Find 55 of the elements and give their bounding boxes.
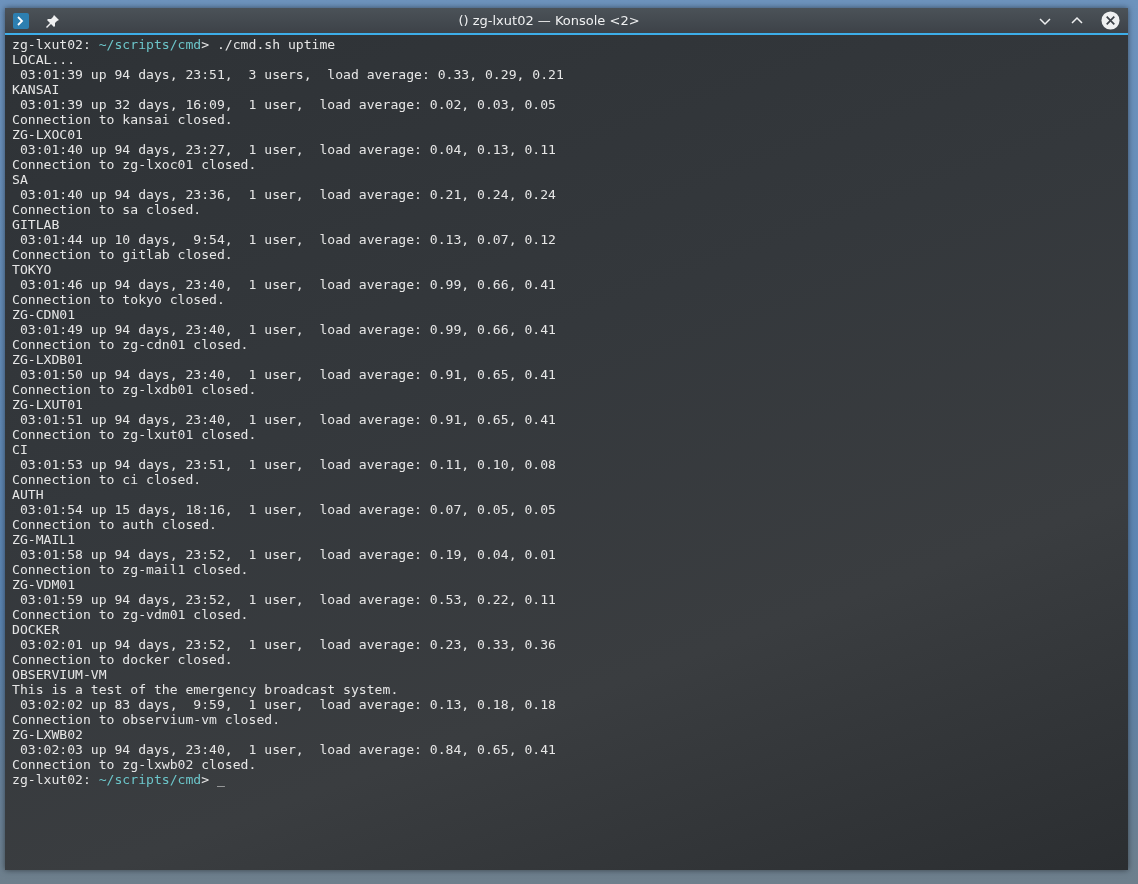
output-line: ZG-CDN01 (12, 307, 77, 322)
output-line: 03:01:53 up 94 days, 23:51, 1 user, load average: 0.11, 0.10, 0.08 (18, 457, 557, 472)
output-line: 03:01:46 up 94 days, 23:40, 1 user, load average: 0.99, 0.66, 0.41 (18, 277, 557, 292)
output-line: Connection to tokyo closed. (12, 292, 226, 307)
output-line: ZG-LXDB01 (12, 352, 84, 367)
output-line: Connection to observium-vm closed. (12, 712, 282, 727)
close-button[interactable] (1101, 11, 1120, 30)
output-line: Connection to zg-lxwb02 closed. (12, 757, 258, 772)
output-line: 03:01:49 up 94 days, 23:40, 1 user, load average: 0.99, 0.66, 0.41 (18, 322, 557, 337)
close-icon (1101, 11, 1120, 30)
output-line: ZG-LXUT01 (12, 397, 84, 412)
output-line: 03:01:39 up 94 days, 23:51, 3 users, load average: 0.33, 0.29, 0.21 (18, 67, 565, 82)
output-line: 03:01:51 up 94 days, 23:40, 1 user, load average: 0.91, 0.65, 0.41 (18, 412, 557, 427)
output-line: TOKYO (12, 262, 53, 277)
output-line: Connection to auth closed. (12, 517, 218, 532)
window-title: () zg-lxut02 — Konsole <2> (458, 12, 640, 28)
output-line: 03:01:40 up 94 days, 23:27, 1 user, load average: 0.04, 0.13, 0.11 (18, 142, 557, 157)
output-line: OBSERVIUM-VM (12, 667, 108, 682)
output-line: Connection to zg-lxdb01 closed. (12, 382, 258, 397)
output-line: 03:01:44 up 10 days, 9:54, 1 user, load average: 0.13, 0.07, 0.12 (18, 232, 557, 247)
output-line: CI (12, 442, 29, 457)
output-line: AUTH (12, 487, 45, 502)
output-line: Connection to zg-vdm01 closed. (12, 607, 250, 622)
output-line: ZG-LXWB02 (12, 727, 84, 742)
output-line: SA (12, 172, 29, 187)
output-line: Connection to gitlab closed. (12, 247, 234, 262)
output-line: Connection to zg-lxoc01 closed. (12, 157, 258, 172)
pin-icon[interactable] (45, 12, 61, 29)
output-line: ZG-LXOC01 (12, 127, 84, 142)
output-line: 03:01:58 up 94 days, 23:52, 1 user, load average: 0.19, 0.04, 0.01 (18, 547, 557, 562)
output-line: Connection to zg-lxut01 closed. (12, 427, 258, 442)
output-line: 03:02:03 up 94 days, 23:40, 1 user, load average: 0.84, 0.65, 0.41 (18, 742, 557, 757)
terminal-icon[interactable] (13, 12, 29, 29)
output-line: 03:02:01 up 94 days, 23:52, 1 user, load average: 0.23, 0.33, 0.36 (18, 637, 557, 652)
output-line: Connection to sa closed. (12, 202, 203, 217)
output-line: KANSAI (12, 82, 61, 97)
output-line: LOCAL... (12, 52, 77, 67)
output-line: ZG-MAIL1 (12, 532, 77, 547)
output-line: DOCKER (12, 622, 61, 637)
output-line: Connection to kansai closed. (12, 112, 234, 127)
output-line: 03:01:39 up 32 days, 16:09, 1 user, load average: 0.02, 0.03, 0.05 (18, 97, 557, 112)
output-line: 03:01:50 up 94 days, 23:40, 1 user, load average: 0.91, 0.65, 0.41 (18, 367, 557, 382)
output-line: Connection to zg-mail1 closed. (12, 562, 250, 577)
output-line: 03:01:59 up 94 days, 23:52, 1 user, load average: 0.53, 0.22, 0.11 (18, 592, 557, 607)
output-line: This is a test of the emergency broadcast system. (12, 682, 400, 697)
output-line: 03:02:02 up 83 days, 9:59, 1 user, load average: 0.13, 0.18, 0.18 (18, 697, 557, 712)
output-line: 03:01:40 up 94 days, 23:36, 1 user, load average: 0.21, 0.24, 0.24 (18, 187, 557, 202)
output-line: ZG-VDM01 (12, 577, 77, 592)
prompt-line: zg-lxut02: ~/scripts/cmd> _ (12, 772, 226, 787)
output-line: Connection to zg-cdn01 closed. (12, 337, 250, 352)
output-line: Connection to ci closed. (12, 472, 203, 487)
output-line: GITLAB (12, 217, 61, 232)
prompt-line: zg-lxut02: ~/scripts/cmd> ./cmd.sh uptime (12, 37, 337, 52)
output-line: 03:01:54 up 15 days, 18:16, 1 user, load average: 0.07, 0.05, 0.05 (18, 502, 557, 517)
output-line: Connection to docker closed. (12, 652, 234, 667)
